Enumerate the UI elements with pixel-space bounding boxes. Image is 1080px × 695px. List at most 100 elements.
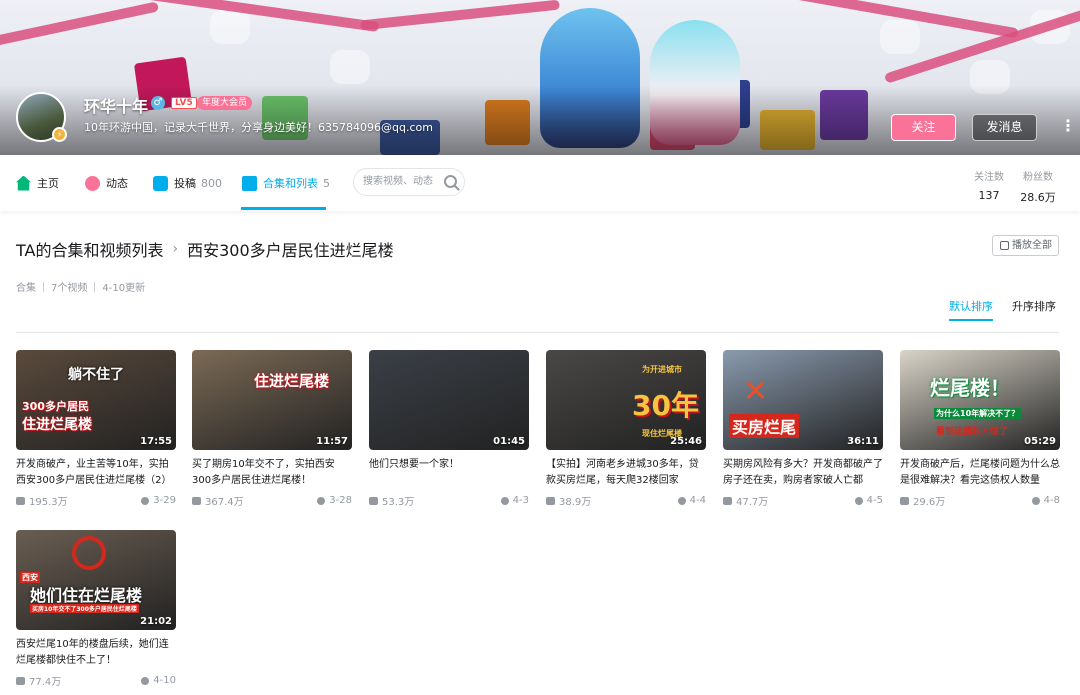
play-count-icon: [192, 496, 201, 505]
thumb-caption: 买房烂尾: [729, 414, 800, 438]
publish-date: 4-3: [500, 493, 529, 508]
clock-icon: [317, 496, 326, 505]
video-title[interactable]: 西安烂尾10年的楼盘后续，她们连烂尾楼都快住不上了！: [16, 637, 176, 669]
video-card[interactable]: 烂尾楼！ 为什么10年解决不了？ 看到这债权人惊了 05:29 开发商破产后，烂…: [900, 350, 1060, 508]
active-tab-indicator: [241, 207, 326, 210]
video-info: 367.4万 3-28: [192, 493, 352, 508]
collection-meta: 合集 7个视频 4-10更新: [16, 279, 145, 294]
view-count: 195.3万: [16, 493, 68, 508]
view-count-value: 53.3万: [382, 497, 415, 508]
view-count: 53.3万: [369, 493, 414, 508]
tab-home[interactable]: 主页: [16, 155, 59, 211]
publish-date-value: 3-28: [329, 495, 352, 506]
play-count-icon: [900, 496, 909, 505]
publish-date: 3-29: [141, 493, 176, 508]
tab-count: 800: [201, 176, 222, 190]
home-icon: [16, 175, 31, 191]
stat-value: 137: [978, 189, 1000, 202]
breadcrumb-parent[interactable]: TA的合集和视频列表: [16, 237, 163, 261]
video-title[interactable]: 开发商破产后，烂尾楼问题为什么总是很难解决？看完这债权人数量: [900, 457, 1060, 489]
tab-count: 5: [323, 176, 330, 190]
tab-dynamic[interactable]: 动态: [85, 155, 128, 211]
video-title[interactable]: 【实拍】河南老乡进城30多年，贷款买房烂尾，每天爬32楼回家: [546, 457, 706, 489]
following-stat[interactable]: 关注数 137: [969, 168, 1009, 202]
publish-date-value: 4-4: [689, 495, 706, 506]
publish-date: 3-28: [317, 493, 352, 508]
vip-badge[interactable]: 年度大会员: [197, 96, 253, 110]
video-card[interactable]: 01:45 他们只想要一个家！ 53.3万 4-3: [369, 350, 529, 508]
view-count: 47.7万: [723, 493, 768, 508]
publish-date: 4-4: [677, 493, 706, 508]
video-title[interactable]: 开发商破产，业主苦等10年，实拍西安300多户居民住进烂尾楼（2）: [16, 457, 176, 489]
video-thumbnail[interactable]: 烂尾楼！ 为什么10年解决不了？ 看到这债权人惊了 05:29: [900, 350, 1060, 450]
video-thumbnail[interactable]: 住进烂尾楼 11:57: [192, 350, 352, 450]
publish-date-value: 3-29: [153, 495, 176, 506]
stat-label: 粉丝数: [1023, 172, 1053, 183]
view-count: 367.4万: [192, 493, 244, 508]
dynamic-icon: [85, 175, 100, 191]
tab-collections[interactable]: 合集和列表 5: [242, 155, 330, 211]
video-card[interactable]: 躺不住了 300多户居民 住进烂尾楼 17:55 开发商破产，业主苦等10年，实…: [16, 350, 176, 508]
fans-stat[interactable]: 粉丝数 28.6万: [1018, 168, 1058, 205]
sort-default[interactable]: 默认排序: [949, 298, 993, 321]
thumb-caption: 住进烂尾楼: [254, 372, 330, 390]
sort-ascending[interactable]: 升序排序: [1012, 298, 1056, 314]
search-input[interactable]: 搜索视频、动态: [353, 168, 465, 196]
profile-nav: 主页 动态 投稿 800 合集和列表 5 搜索视频、动态 关注数 137 粉丝数…: [0, 155, 1080, 211]
play-count-icon: [16, 676, 25, 685]
section-divider: [16, 332, 1059, 333]
publish-date: 4-5: [854, 493, 883, 508]
breadcrumb: TA的合集和视频列表 › 西安300多户居民住进烂尾楼: [16, 237, 394, 261]
thumb-caption: 为开进城市: [642, 365, 682, 374]
video-thumbnail[interactable]: 西安 她们住在烂尾楼 买房10年交不了300多户居民住烂尾楼 21:02: [16, 530, 176, 630]
clock-icon: [677, 496, 686, 505]
collection-type: 合集: [16, 283, 36, 294]
divider: [94, 281, 96, 292]
video-duration: 21:02: [140, 616, 172, 627]
video-card[interactable]: ✕ 买房烂尾 36:11 买期房风险有多大？开发商都破产了房子还在卖，购房者家破…: [723, 350, 883, 508]
thumb-caption: 看到这债权人惊了: [936, 427, 1009, 437]
video-title[interactable]: 买期房风险有多大？开发商都破产了房子还在卖，购房者家破人亡都: [723, 457, 883, 489]
video-count: 7个视频: [51, 283, 88, 294]
message-button[interactable]: 发消息: [972, 114, 1037, 141]
follow-button[interactable]: 关注: [891, 114, 956, 141]
video-duration: 17:55: [140, 436, 172, 447]
more-options-icon[interactable]: ⋮: [1060, 118, 1076, 134]
video-card[interactable]: 为开进城市 30年 现住烂尾楼 25:46 【实拍】河南老乡进城30多年，贷款买…: [546, 350, 706, 508]
video-title[interactable]: 他们只想要一个家！: [369, 457, 529, 489]
video-thumbnail[interactable]: 01:45: [369, 350, 529, 450]
publish-date-value: 4-3: [512, 495, 529, 506]
video-info: 29.6万 4-8: [900, 493, 1060, 508]
gender-icon: ♂: [151, 96, 165, 110]
breadcrumb-current: 西安300多户居民住进烂尾楼: [187, 241, 394, 260]
publish-date: 4-10: [141, 673, 176, 688]
play-count-icon: [369, 496, 378, 505]
video-info: 195.3万 3-29: [16, 493, 176, 508]
video-card[interactable]: 西安 她们住在烂尾楼 买房10年交不了300多户居民住烂尾楼 21:02 西安烂…: [16, 530, 176, 688]
thumb-caption: 烂尾楼！: [930, 376, 1010, 400]
video-duration: 01:45: [493, 436, 525, 447]
view-count-value: 77.4万: [29, 677, 62, 688]
stat-value: 28.6万: [1020, 191, 1056, 204]
video-title[interactable]: 买了期房10年交不了，实拍西安300多户居民住进烂尾楼！: [192, 457, 352, 489]
upload-icon: [153, 175, 168, 191]
view-count: 77.4万: [16, 673, 61, 688]
video-duration: 36:11: [847, 436, 879, 447]
clock-icon: [141, 496, 150, 505]
video-thumbnail[interactable]: ✕ 买房烂尾 36:11: [723, 350, 883, 450]
play-count-icon: [723, 496, 732, 505]
view-count: 38.9万: [546, 493, 591, 508]
view-count-value: 367.4万: [205, 497, 244, 508]
video-duration: 25:46: [670, 436, 702, 447]
video-thumbnail[interactable]: 躺不住了 300多户居民 住进烂尾楼 17:55: [16, 350, 176, 450]
tab-upload[interactable]: 投稿 800: [153, 155, 222, 211]
cross-icon: ✕: [743, 374, 769, 409]
search-icon[interactable]: [444, 175, 457, 188]
play-all-label: 播放全部: [1012, 240, 1052, 251]
video-thumbnail[interactable]: 为开进城市 30年 现住烂尾楼 25:46: [546, 350, 706, 450]
play-all-button[interactable]: 播放全部: [992, 235, 1059, 256]
video-card[interactable]: 住进烂尾楼 11:57 买了期房10年交不了，实拍西安300多户居民住进烂尾楼！…: [192, 350, 352, 508]
collection-icon: [242, 175, 257, 191]
divider: [43, 281, 44, 292]
publish-date-value: 4-8: [1043, 495, 1060, 506]
